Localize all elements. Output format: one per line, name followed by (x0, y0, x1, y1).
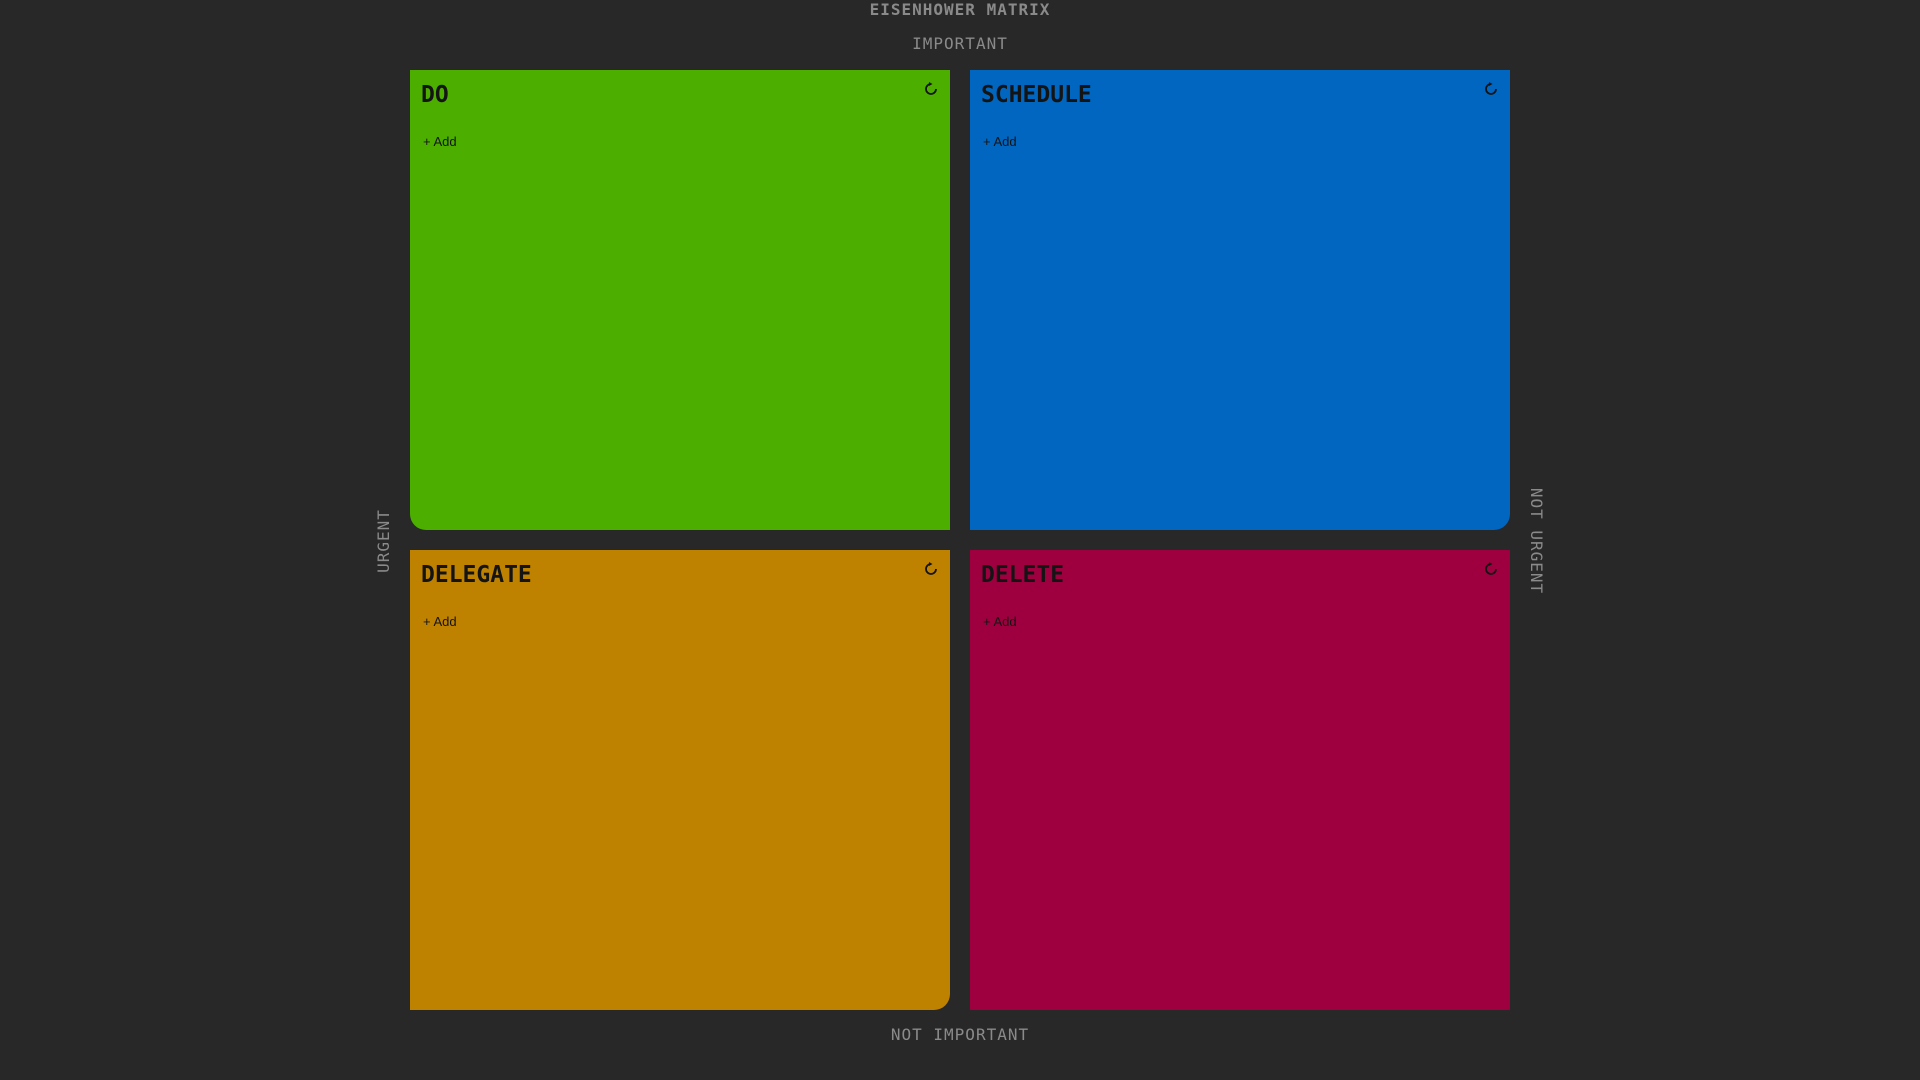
reset-icon (1483, 81, 1499, 97)
reset-button[interactable] (1482, 560, 1500, 578)
quadrant-title: DELETE (981, 562, 1065, 588)
quadrant-title: DELEGATE (421, 562, 532, 588)
reset-icon (923, 81, 939, 97)
quadrant-title: SCHEDULE (981, 82, 1092, 108)
quadrant-title: DO (421, 82, 449, 108)
axis-label-not-important: NOT IMPORTANT (890, 1025, 1030, 1044)
axis-label-not-urgent: NOT URGENT (1527, 487, 1546, 595)
reset-button[interactable] (922, 80, 940, 98)
app-title: EISENHOWER MATRIX (869, 0, 1051, 19)
add-task-button[interactable]: + Add (423, 134, 457, 150)
add-task-button[interactable]: + Add (983, 614, 1017, 630)
reset-button[interactable] (922, 560, 940, 578)
add-task-button[interactable]: + Add (423, 614, 457, 630)
quadrant-do: DO + Add (410, 70, 950, 530)
reset-icon (1483, 561, 1499, 577)
axis-label-urgent: URGENT (374, 509, 393, 573)
axis-label-important: IMPORTANT (912, 34, 1008, 53)
reset-icon (923, 561, 939, 577)
quadrant-delete: DELETE + Add (970, 550, 1510, 1010)
reset-button[interactable] (1482, 80, 1500, 98)
add-task-button[interactable]: + Add (983, 134, 1017, 150)
quadrant-delegate: DELEGATE + Add (410, 550, 950, 1010)
quadrant-schedule: SCHEDULE + Add (970, 70, 1510, 530)
